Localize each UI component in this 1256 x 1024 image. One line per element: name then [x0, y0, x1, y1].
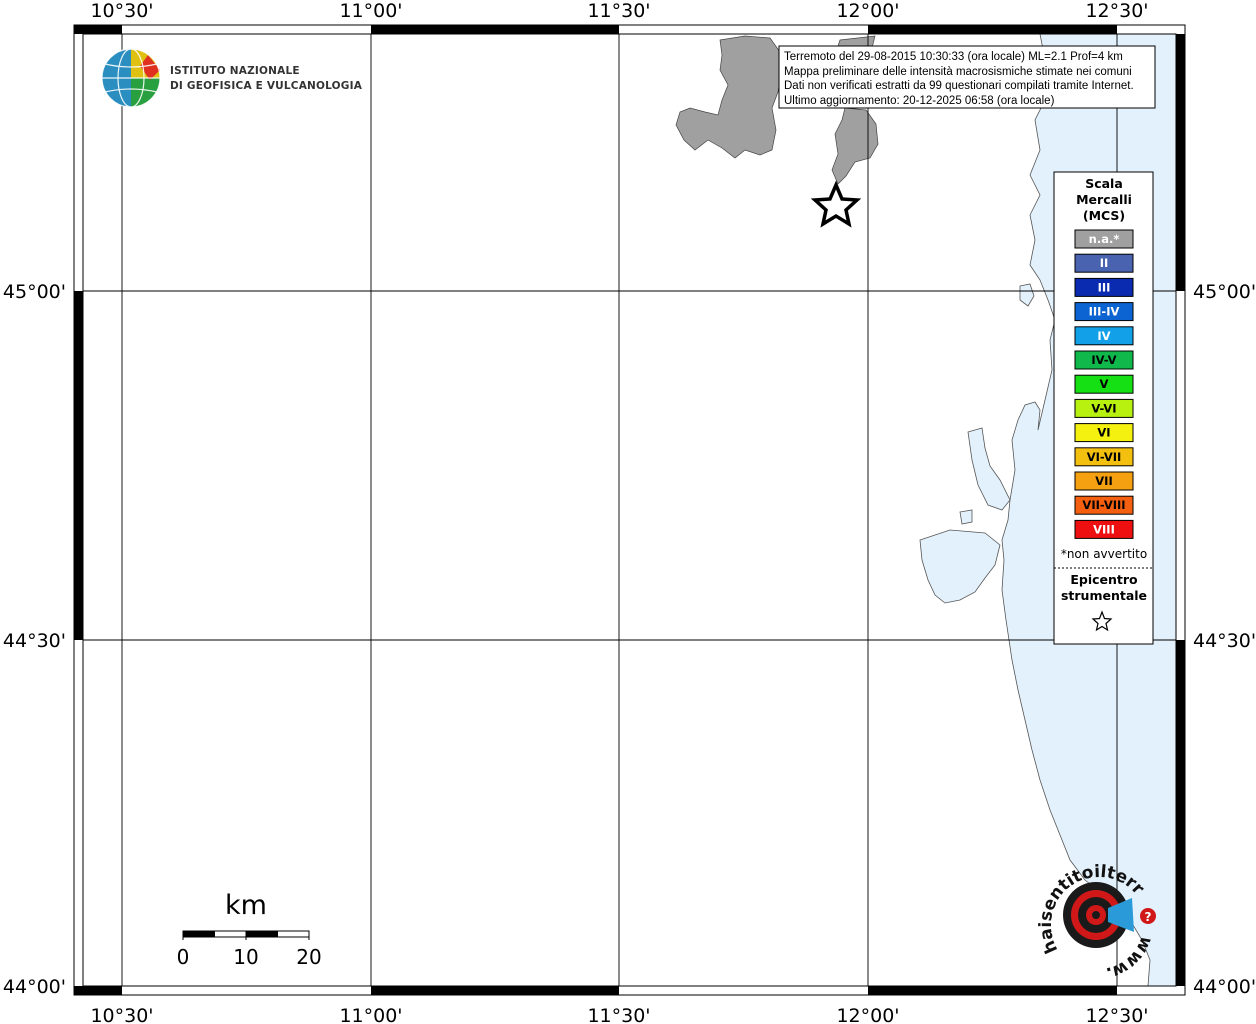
- legend-title-line: Scala: [1085, 176, 1123, 191]
- ingv-logo: ISTITUTO NAZIONALE DI GEOFISICA E VULCAN…: [101, 48, 363, 108]
- affected-municipalities: [831, 107, 879, 185]
- affected-municipalities: [675, 35, 783, 159]
- scale-bar-tick: 20: [296, 945, 321, 969]
- scale-bar-unit: km: [225, 890, 267, 921]
- lat-label: 44°30': [1193, 630, 1256, 652]
- lat-labels-left: 45°00' 44°30' 44°00': [3, 281, 66, 998]
- intensity-map: 10°30' 11°00' 11°30' 12°00' 12°30' 10°30…: [0, 0, 1256, 1024]
- legend-swatch-label: II: [1100, 256, 1109, 270]
- scale-bar: km 0 10 20: [177, 890, 322, 969]
- legend-epicenter-line: strumentale: [1061, 588, 1147, 603]
- legend-swatch-label: VII: [1095, 474, 1112, 488]
- lat-labels-right: 45°00' 44°30' 44°00': [1193, 281, 1256, 998]
- lon-label: 12°30': [1085, 1005, 1148, 1024]
- lat-label: 45°00': [3, 281, 66, 303]
- institute-name-line1: ISTITUTO NAZIONALE: [170, 65, 300, 77]
- lat-label: 44°00': [3, 976, 66, 998]
- info-line-title: Terremoto del 29-08-2015 10:30:33 (ora l…: [784, 51, 1123, 63]
- legend-swatch-label: VI: [1097, 426, 1110, 440]
- lon-label: 10°30': [90, 1005, 153, 1024]
- legend-note: *non avvertito: [1061, 547, 1147, 561]
- lon-labels-bottom: 10°30' 11°00' 11°30' 12°00' 12°30': [90, 1005, 1148, 1024]
- lon-labels-top: 10°30' 11°00' 11°30' 12°00' 12°30': [90, 0, 1148, 22]
- epicenter-star-icon: [810, 180, 862, 228]
- lon-label: 12°00': [836, 0, 899, 22]
- lat-label: 45°00': [1193, 281, 1256, 303]
- legend-swatch-label: VI-VII: [1087, 450, 1122, 464]
- scale-bar-tick: 10: [233, 945, 258, 969]
- info-line-updated: Ultimo aggiornamento: 20-12-2025 06:58 (…: [784, 95, 1055, 107]
- lon-label: 12°30': [1085, 0, 1148, 22]
- lon-label: 11°30': [587, 0, 650, 22]
- legend-epicenter-line: Epicentro: [1070, 572, 1138, 587]
- info-box: Terremoto del 29-08-2015 10:30:33 (ora l…: [778, 45, 1156, 109]
- lon-label: 11°00': [339, 1005, 402, 1024]
- legend-title-line: (MCS): [1083, 208, 1125, 223]
- lon-label: 12°00': [836, 1005, 899, 1024]
- legend-swatch-label: V: [1100, 377, 1109, 391]
- lagoon-island: [959, 509, 973, 525]
- info-line-source: Dati non verificati estratti da 99 quest…: [784, 80, 1134, 92]
- legend-swatch-label: V-VI: [1091, 401, 1116, 415]
- lon-label: 11°00': [339, 0, 402, 22]
- info-line-desc: Mappa preliminare delle intensità macros…: [784, 66, 1132, 78]
- lagoon-island: [967, 427, 1011, 511]
- legend-swatch-label: n.a.*: [1089, 232, 1120, 246]
- legend-swatch-label: IV-V: [1091, 353, 1116, 367]
- lagoon-island: [1019, 283, 1035, 307]
- ingv-globe-icon: [101, 48, 161, 108]
- institute-name-line2: DI GEOFISICA E VULCANOLOGIA: [170, 80, 363, 92]
- svg-text:?: ?: [1145, 910, 1152, 924]
- legend-title-line: Mercalli: [1076, 192, 1132, 207]
- lat-label: 44°30': [3, 630, 66, 652]
- legend-swatch-label: IV: [1097, 329, 1110, 343]
- legend-swatch-label: VIII: [1093, 522, 1115, 536]
- scale-bar-tick: 0: [177, 945, 190, 969]
- lon-label: 10°30': [90, 0, 153, 22]
- lagoon-island: [919, 529, 1001, 604]
- legend-swatch-label: III: [1098, 280, 1111, 294]
- lon-label: 11°30': [587, 1005, 650, 1024]
- intensity-legend: Scala Mercalli (MCS) n.a.*IIIIIIII-IVIVI…: [1053, 171, 1154, 645]
- legend-swatch-label: VII-VIII: [1082, 498, 1125, 512]
- legend-swatch-label: III-IV: [1089, 305, 1120, 319]
- lat-label: 44°00': [1193, 976, 1256, 998]
